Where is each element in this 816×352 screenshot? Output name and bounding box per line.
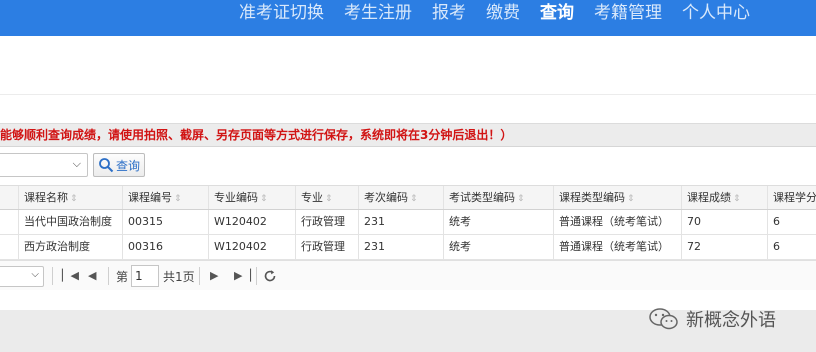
nav-item-register[interactable]: 考生注册 [344,4,412,22]
notice-text: 能够顺利查询成绩，请使用拍照、截屏、另存页面等方式进行保存，系统即将在3分钟后退… [0,128,513,142]
nav-item-payment[interactable]: 缴费 [486,4,520,22]
top-nav-bar: 准考证切换 考生注册 报考 缴费 查询 考籍管理 个人中心 [0,0,816,36]
cell-credits: 6 [767,235,816,259]
cell-course-name: 当代中国政治制度 [18,210,122,234]
column-header-major[interactable]: 专业 ⇕ [295,186,358,209]
watermark: 新概念外语 [648,306,776,332]
nav-item-profile[interactable]: 个人中心 [682,4,750,22]
cell-exam-session-code: 231 [358,210,443,234]
column-header-course-code[interactable]: 课程编号 ⇕ [122,186,208,209]
divider [52,267,53,285]
page-number-input[interactable]: 1 [131,265,159,287]
divider [108,267,109,285]
query-button-label: 查询 [116,158,141,173]
pagination-bar: ⌵ ▏◀ ◀ 第 1 共1页 ▶ ▶▕ [0,260,816,290]
chevron-down-icon: ⌵ [72,157,81,170]
column-header-exam-session-code[interactable]: 考次编码 ⇕ [358,186,443,209]
cell-major-code: W120402 [208,210,295,234]
column-header-exam-type-code[interactable]: 考试类型编码 ⇕ [443,186,553,209]
table-row[interactable]: 当代中国政治制度 00315 W120402 行政管理 231 统考 普通课程（… [0,210,816,235]
cell-course-code: 00316 [122,235,208,259]
cell-score: 72 [681,235,767,259]
search-icon [99,158,114,173]
table-header-row: 课程名称 ⇕ 课程编号 ⇕ 专业编码 ⇕ 专业 ⇕ 考次编码 ⇕ 考试类型编码 ⇕ 课程类型… [0,185,816,210]
sort-icon: ⇕ [70,194,78,204]
page-prefix-label: 第 [116,270,129,284]
chevron-down-icon: ⌵ [31,269,39,280]
top-nav: 准考证切换 考生注册 报考 缴费 查询 考籍管理 个人中心 [219,0,750,22]
wechat-icon [649,308,678,330]
nav-item-query[interactable]: 查询 [540,4,574,22]
column-header-major-code[interactable]: 专业编码 ⇕ [208,186,295,209]
sort-icon: ⇕ [517,194,525,204]
first-page-icon[interactable]: ▏◀ [62,269,79,282]
next-page-icon[interactable]: ▶ [210,269,218,282]
nav-item-apply[interactable]: 报考 [432,4,466,22]
page-size-select[interactable]: ⌵ [0,266,44,287]
divider [0,94,816,95]
query-button[interactable]: 查询 [93,153,145,177]
column-header-credits[interactable]: 课程学分 [767,186,816,209]
sort-icon: ⇕ [174,194,182,204]
cell-course-type-code: 普通课程（统考笔试） [553,210,681,234]
refresh-icon[interactable] [263,269,277,283]
cell-course-name: 西方政治制度 [18,235,122,259]
table-row[interactable]: 西方政治制度 00316 W120402 行政管理 231 统考 普通课程（统考… [0,235,816,260]
cell-score: 70 [681,210,767,234]
cell-course-code: 00315 [122,210,208,234]
column-header-score[interactable]: 课程成绩 ⇕ [681,186,767,209]
cell-exam-type-code: 统考 [443,210,553,234]
page-count-label: 共1页 [163,270,195,284]
sort-icon: ⇕ [627,194,635,204]
results-panel: ⌵ 查询 课程名称 ⇕ 课程编号 ⇕ 专业编码 ⇕ 专业 ⇕ 考次编码 ⇕ 考试类型编码 ⇕… [0,146,816,310]
cell-exam-type-code: 统考 [443,235,553,259]
nav-item-switch-ticket[interactable]: 准考证切换 [239,4,324,22]
nav-item-records[interactable]: 考籍管理 [594,4,662,22]
sort-icon: ⇕ [410,194,418,204]
cell-exam-session-code: 231 [358,235,443,259]
column-header-course-type-code[interactable]: 课程类型编码 ⇕ [553,186,681,209]
divider [256,267,257,285]
filter-select[interactable]: ⌵ [0,153,88,177]
cell-major: 行政管理 [295,210,358,234]
sort-icon: ⇕ [733,194,741,204]
cell-course-type-code: 普通课程（统考笔试） [553,235,681,259]
watermark-text: 新概念外语 [686,310,776,331]
notice-bar: 能够顺利查询成绩，请使用拍照、截屏、另存页面等方式进行保存，系统即将在3分钟后退… [0,124,816,146]
sort-icon: ⇕ [260,194,268,204]
cell-credits: 6 [767,210,816,234]
column-header-course-name[interactable]: 课程名称 ⇕ [18,186,122,209]
content-header-band [0,36,816,124]
cell-major: 行政管理 [295,235,358,259]
divider [199,267,200,285]
sort-icon: ⇕ [325,194,333,204]
cell-major-code: W120402 [208,235,295,259]
prev-page-icon[interactable]: ◀ [88,269,96,282]
last-page-icon[interactable]: ▶▕ [234,269,251,282]
